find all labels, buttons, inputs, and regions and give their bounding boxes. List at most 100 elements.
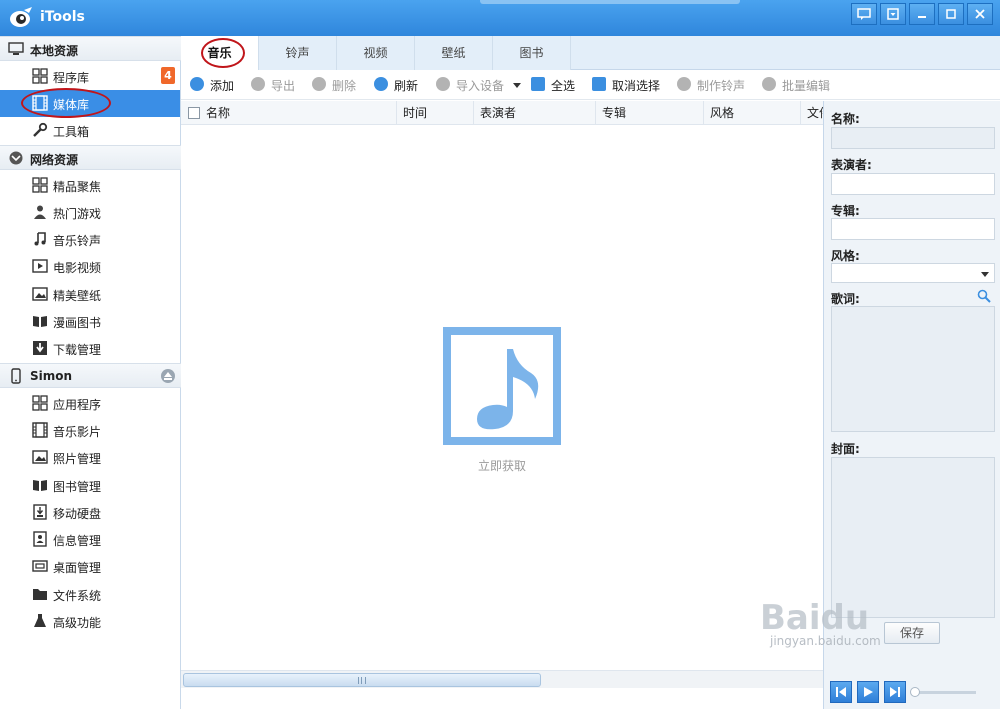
sidebar-item-hot-games[interactable]: 热门游戏 <box>0 199 180 226</box>
minimize-button[interactable] <box>909 3 935 25</box>
volume-slider[interactable] <box>910 687 976 697</box>
genre-select[interactable] <box>831 263 995 283</box>
select-all-button[interactable]: 全选 <box>531 77 583 93</box>
sidebar-item-featured[interactable]: 精品聚焦 <box>0 172 180 199</box>
eject-icon[interactable] <box>161 369 175 383</box>
chevron-down-icon[interactable] <box>513 83 521 88</box>
delete-button[interactable]: 删除 <box>312 77 364 93</box>
maximize-button[interactable] <box>938 3 964 25</box>
sidebar-item-label: 高级功能 <box>53 616 102 630</box>
play-button[interactable] <box>857 681 879 703</box>
menu-button[interactable] <box>880 3 906 25</box>
music-note-icon <box>477 349 539 430</box>
empty-music-art[interactable] <box>443 327 561 445</box>
column-time[interactable]: 时间 <box>397 101 474 124</box>
update-count-badge: 4 <box>161 67 175 84</box>
sidebar-item-label: 精品聚焦 <box>53 180 102 194</box>
sidebar-item-label: 媒体库 <box>53 98 90 112</box>
cover-artwork[interactable] <box>831 457 995 618</box>
video-play-icon <box>32 259 48 273</box>
get-now-link[interactable]: 立即获取 <box>443 457 561 474</box>
add-button[interactable]: 添加 <box>190 77 250 93</box>
section-label: Simon <box>30 369 73 383</box>
title-bar: iTools <box>0 0 1000 36</box>
media-tabs: 音乐 铃声 视频 壁纸 图书 <box>181 36 1000 71</box>
sidebar-item-label: 文件系统 <box>53 589 102 603</box>
sidebar-item-music-videos[interactable]: 音乐影片 <box>0 417 180 444</box>
status-strip <box>181 688 823 709</box>
column-file[interactable]: 文件 <box>801 101 823 124</box>
slider-knob[interactable] <box>910 687 920 697</box>
sidebar-item-desktop[interactable]: 桌面管理 <box>0 553 180 580</box>
sidebar-item-toolbox[interactable]: 工具箱 <box>0 117 180 144</box>
sidebar-item-applications[interactable]: 应用程序 <box>0 390 180 417</box>
close-button[interactable] <box>967 3 993 25</box>
chat-icon <box>857 8 871 20</box>
make-ringtone-button[interactable]: 制作铃声 <box>677 77 753 93</box>
sidebar-item-comics-books[interactable]: 漫画图书 <box>0 308 180 335</box>
album-label: 专辑: <box>831 204 860 218</box>
sidebar-item-music-ringtones[interactable]: 音乐铃声 <box>0 226 180 253</box>
tab-ringtones[interactable]: 铃声 <box>259 36 337 70</box>
lyrics-textarea[interactable] <box>831 306 995 432</box>
sidebar-item-storage[interactable]: 移动硬盘 <box>0 499 180 526</box>
save-button[interactable]: 保存 <box>884 622 940 644</box>
genre-label: 风格: <box>831 249 860 263</box>
column-name[interactable]: 名称 <box>200 101 397 124</box>
tab-music[interactable]: 音乐 <box>181 36 259 71</box>
horizontal-scrollbar[interactable] <box>181 670 823 688</box>
sidebar-item-label: 程序库 <box>53 71 90 85</box>
previous-button[interactable] <box>830 681 852 703</box>
export-button[interactable]: 导出 <box>251 77 303 93</box>
track-list: 立即获取 <box>181 125 823 670</box>
bell-icon <box>677 77 691 91</box>
cover-label: 封面: <box>831 442 860 456</box>
sidebar-item-file-system[interactable]: 文件系统 <box>0 581 180 608</box>
sidebar-item-label: 图书管理 <box>53 480 102 494</box>
sidebar-item-label: 音乐影片 <box>53 425 102 439</box>
refresh-button[interactable]: 刷新 <box>374 77 426 93</box>
select-all-checkbox[interactable] <box>188 107 200 119</box>
artist-label: 表演者: <box>831 158 872 172</box>
section-device[interactable]: Simon <box>0 363 181 388</box>
export-icon <box>251 77 265 91</box>
sidebar-item-label: 电影视频 <box>53 261 102 275</box>
feedback-button[interactable] <box>851 3 877 25</box>
sidebar-item-downloads[interactable]: 下载管理 <box>0 335 180 362</box>
sidebar-item-movies[interactable]: 电影视频 <box>0 253 180 280</box>
sidebar-item-books[interactable]: 图书管理 <box>0 472 180 499</box>
tab-videos[interactable]: 视频 <box>337 36 415 70</box>
deselect-button[interactable]: 取消选择 <box>592 77 672 93</box>
sidebar-item-messages[interactable]: 信息管理 <box>0 526 180 553</box>
picture-icon <box>32 287 48 301</box>
search-icon[interactable] <box>977 289 991 303</box>
album-field[interactable] <box>831 218 995 240</box>
tab-wallpapers[interactable]: 壁纸 <box>415 36 493 70</box>
import-device-button[interactable]: 导入设备 <box>436 77 526 93</box>
sidebar-item-photos[interactable]: 照片管理 <box>0 444 180 471</box>
scrollbar-thumb[interactable] <box>183 673 541 687</box>
previous-track-icon <box>836 687 846 697</box>
batch-edit-button[interactable]: 批量编辑 <box>762 77 838 93</box>
section-local-resources[interactable]: 本地资源 <box>0 36 181 61</box>
contact-card-icon <box>33 531 47 547</box>
import-icon <box>436 77 450 91</box>
name-field[interactable] <box>831 127 995 149</box>
usb-drive-icon <box>33 504 47 520</box>
column-album[interactable]: 专辑 <box>596 101 704 124</box>
column-artist[interactable]: 表演者 <box>474 101 596 124</box>
section-label: 本地资源 <box>30 44 79 58</box>
sidebar-item-advanced[interactable]: 高级功能 <box>0 608 180 635</box>
next-button[interactable] <box>884 681 906 703</box>
book-icon <box>33 480 47 491</box>
app-title: iTools <box>40 9 85 25</box>
film-icon <box>32 422 48 438</box>
sidebar-item-wallpapers[interactable]: 精美壁纸 <box>0 281 180 308</box>
sidebar-item-app-library[interactable]: 程序库 4 <box>0 63 180 90</box>
section-network-resources[interactable]: 网络资源 <box>0 145 181 170</box>
sidebar-item-media-library[interactable]: 媒体库 <box>0 90 180 117</box>
music-note-icon <box>34 232 46 246</box>
tab-books[interactable]: 图书 <box>493 36 571 70</box>
artist-field[interactable] <box>831 173 995 195</box>
column-genre[interactable]: 风格 <box>704 101 801 124</box>
